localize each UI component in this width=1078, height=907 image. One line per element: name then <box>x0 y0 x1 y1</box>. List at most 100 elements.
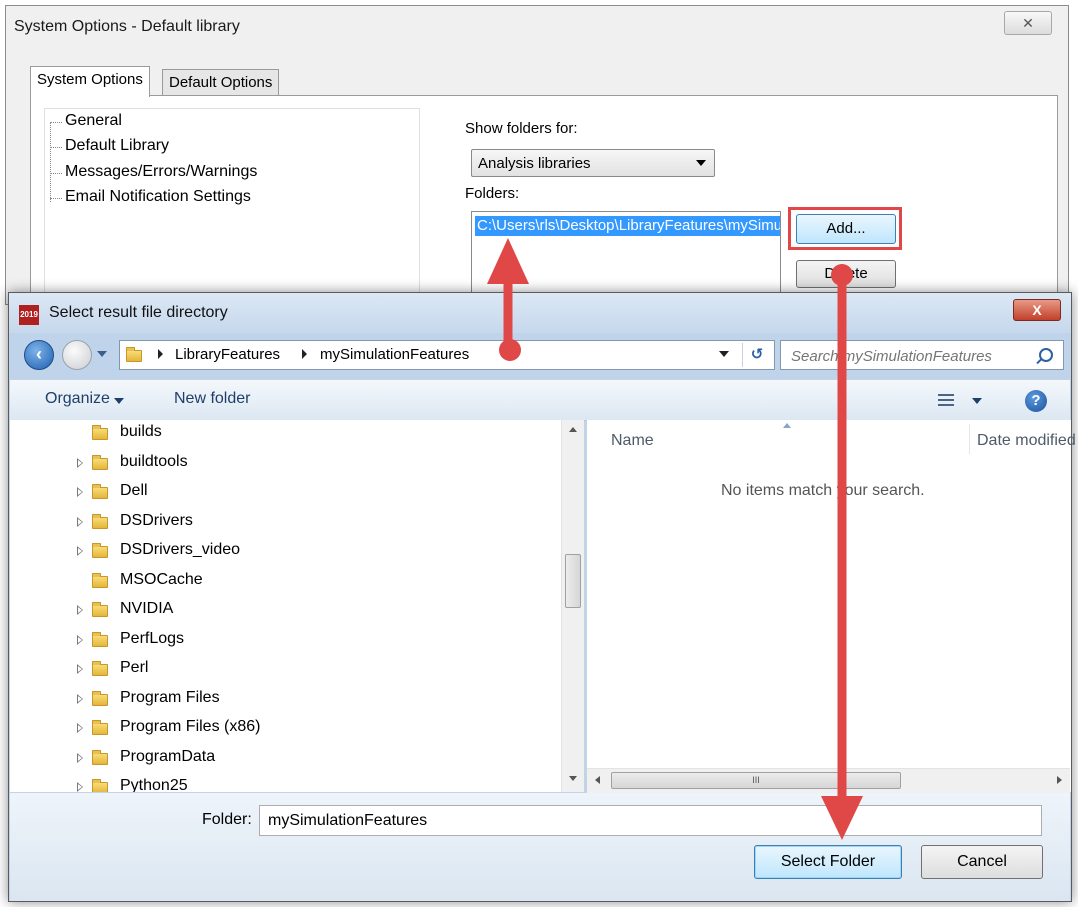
folder-icon <box>92 749 108 765</box>
nav-folder-label: Program Files (x86) <box>120 718 261 735</box>
close-icon[interactable]: X <box>1013 299 1061 321</box>
dialog-footer: Folder: Select Folder Cancel <box>10 793 1070 901</box>
forward-arrow-icon[interactable] <box>62 340 92 370</box>
nav-folder-label: Python25 <box>120 777 188 792</box>
back-arrow-icon[interactable]: ‹ <box>24 340 54 370</box>
address-dropdown-icon[interactable] <box>719 351 729 357</box>
nav-folder-label: Dell <box>120 482 148 499</box>
column-name[interactable]: Name <box>611 432 654 450</box>
nav-folder-label: DSDrivers <box>120 511 193 529</box>
search-input[interactable] <box>781 341 1043 371</box>
cancel-button[interactable]: Cancel <box>921 845 1043 879</box>
tree-item-default-library[interactable]: Default Library <box>49 137 169 155</box>
expand-triangle-icon[interactable] <box>77 693 83 704</box>
folder-icon <box>92 572 108 588</box>
scroll-thumb[interactable] <box>565 554 581 608</box>
app-icon: 2019 <box>19 305 39 325</box>
scroll-right-icon[interactable] <box>1057 776 1062 784</box>
view-options-icon[interactable] <box>938 394 954 407</box>
nav-vertical-scrollbar[interactable] <box>561 420 584 792</box>
folder-icon <box>92 425 108 440</box>
nav-folder-item[interactable]: buildtools <box>10 450 560 478</box>
chevron-right-icon[interactable] <box>158 349 163 359</box>
dialog-title: Select result file directory <box>49 304 228 321</box>
column-date-modified[interactable]: Date modified <box>977 432 1076 450</box>
nav-folder-item[interactable]: Python25 <box>10 774 560 792</box>
sort-ascending-icon <box>783 423 791 428</box>
folder-label: Folder: <box>202 811 252 828</box>
nav-folder-label: buildtools <box>120 452 188 470</box>
nav-folder-item[interactable]: Perl <box>10 656 560 684</box>
search-box[interactable] <box>780 340 1064 371</box>
close-button[interactable]: ✕ <box>1004 11 1052 35</box>
folder-icon <box>92 484 108 499</box>
nav-folder-label: DSDrivers_video <box>120 541 241 558</box>
folder-path-item[interactable]: C:\Users\rls\Desktop\LibraryFeatures\myS… <box>475 216 780 236</box>
folders-label: Folders: <box>465 185 520 202</box>
address-bar[interactable]: LibraryFeatures mySimulationFeatures <box>119 340 775 370</box>
refresh-icon[interactable]: ↺ <box>742 343 771 367</box>
expand-triangle-icon[interactable] <box>77 723 83 733</box>
delete-button[interactable]: Delete <box>796 260 896 288</box>
breadcrumb-libraryfeatures[interactable]: LibraryFeatures <box>175 346 280 363</box>
folder-icon <box>92 779 108 792</box>
expand-triangle-icon[interactable] <box>77 752 83 763</box>
nav-folder-item[interactable]: ProgramData <box>10 745 560 773</box>
nav-folder-item[interactable]: builds <box>10 420 560 448</box>
organize-menu[interactable]: Organize <box>45 390 124 408</box>
nav-folder-item[interactable]: Program Files (x86) <box>10 715 560 743</box>
file-horizontal-scrollbar[interactable]: III <box>587 768 1070 793</box>
view-dropdown-icon[interactable] <box>972 398 982 404</box>
show-folders-select[interactable]: Analysis libraries <box>471 149 715 177</box>
expand-triangle-icon[interactable] <box>77 782 83 792</box>
expand-triangle-icon[interactable] <box>77 516 83 527</box>
folder-icon <box>92 720 108 735</box>
expand-triangle-icon[interactable] <box>77 457 83 468</box>
scroll-thumb[interactable]: III <box>611 772 901 789</box>
tree-item-email-notification[interactable]: Email Notification Settings <box>50 188 251 206</box>
nav-folder-item[interactable]: DSDrivers_video <box>10 538 560 566</box>
help-icon[interactable]: ? <box>1025 390 1047 412</box>
expand-triangle-icon[interactable] <box>77 546 83 556</box>
nav-folder-item[interactable]: MSOCache <box>10 568 560 596</box>
tab-default-options[interactable]: Default Options <box>162 69 280 95</box>
nav-folder-label: Program Files <box>120 688 220 706</box>
breadcrumb-mysimulationfeatures[interactable]: mySimulationFeatures <box>320 346 469 363</box>
history-dropdown-icon[interactable] <box>97 351 107 357</box>
window-title: System Options - Default library <box>14 18 240 35</box>
options-tree: General Default Library Messages/Errors/… <box>44 108 420 305</box>
scroll-down-icon[interactable] <box>569 776 577 781</box>
folder-icon <box>92 690 108 706</box>
expand-triangle-icon[interactable] <box>77 664 83 674</box>
folder-name-input[interactable] <box>259 805 1042 836</box>
scroll-left-icon[interactable] <box>595 776 600 784</box>
scroll-up-icon[interactable] <box>569 427 577 432</box>
nav-folder-label: ProgramData <box>120 747 216 765</box>
folder-icon <box>92 602 108 617</box>
search-icon[interactable] <box>1039 348 1053 362</box>
nav-folder-label: PerfLogs <box>120 629 185 647</box>
expand-triangle-icon[interactable] <box>77 487 83 497</box>
nav-folder-item[interactable]: Dell <box>10 479 560 507</box>
nav-folder-item[interactable]: Program Files <box>10 686 560 714</box>
nav-folder-item[interactable]: PerfLogs <box>10 627 560 655</box>
tree-item-general[interactable]: General <box>50 112 122 130</box>
empty-message: No items match your search. <box>721 482 925 499</box>
tab-system-options[interactable]: System Options <box>30 66 150 97</box>
tree-item-messages[interactable]: Messages/Errors/Warnings <box>49 163 257 181</box>
folder-icon <box>92 631 108 647</box>
expand-triangle-icon[interactable] <box>77 605 83 615</box>
nav-folder-label: builds <box>120 423 162 440</box>
select-folder-button[interactable]: Select Folder <box>754 845 902 879</box>
column-separator[interactable] <box>969 424 970 454</box>
nav-folder-item[interactable]: DSDrivers <box>10 509 560 537</box>
folder-icon <box>92 454 108 470</box>
nav-folder-label: Perl <box>120 659 149 676</box>
expand-triangle-icon[interactable] <box>77 634 83 645</box>
folder-icon <box>92 513 108 529</box>
nav-folder-item[interactable]: NVIDIA <box>10 597 560 625</box>
add-button[interactable]: Add... <box>796 214 896 244</box>
new-folder-button[interactable]: New folder <box>174 390 250 408</box>
chevron-right-icon[interactable] <box>302 349 307 359</box>
folder-icon <box>92 543 108 558</box>
